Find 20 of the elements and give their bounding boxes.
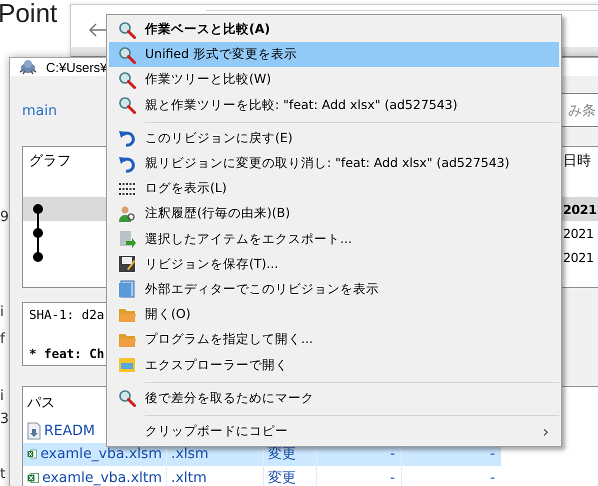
status-cell: 変更 — [263, 466, 316, 486]
page-text: 3 — [0, 411, 8, 429]
sha-text: SHA-1: d2a — [29, 307, 104, 322]
commit-summary: * feat: Ch — [29, 346, 104, 361]
page-heading: Point — [0, 0, 58, 29]
path-cell: examle_vba.xltm — [23, 466, 166, 486]
date-cell-text: 2021 — [563, 226, 595, 240]
page-text: f — [0, 331, 6, 349]
submenu-arrow-icon: › — [542, 422, 549, 441]
page-text: 9 — [0, 209, 8, 227]
date-cell: 2021 — [563, 202, 598, 216]
table-cell: - — [316, 466, 401, 486]
page-text: t — [0, 466, 6, 484]
window-title: C:¥Users¥ — [46, 60, 108, 74]
page-text: i — [0, 304, 5, 322]
page-text: i — [0, 388, 5, 406]
table-cell: - — [401, 466, 501, 486]
date-cell-text: 2021 — [563, 250, 595, 264]
path-cell: examle_vba.xlsm — [23, 442, 166, 466]
extension-cell: .xltm — [166, 466, 263, 486]
